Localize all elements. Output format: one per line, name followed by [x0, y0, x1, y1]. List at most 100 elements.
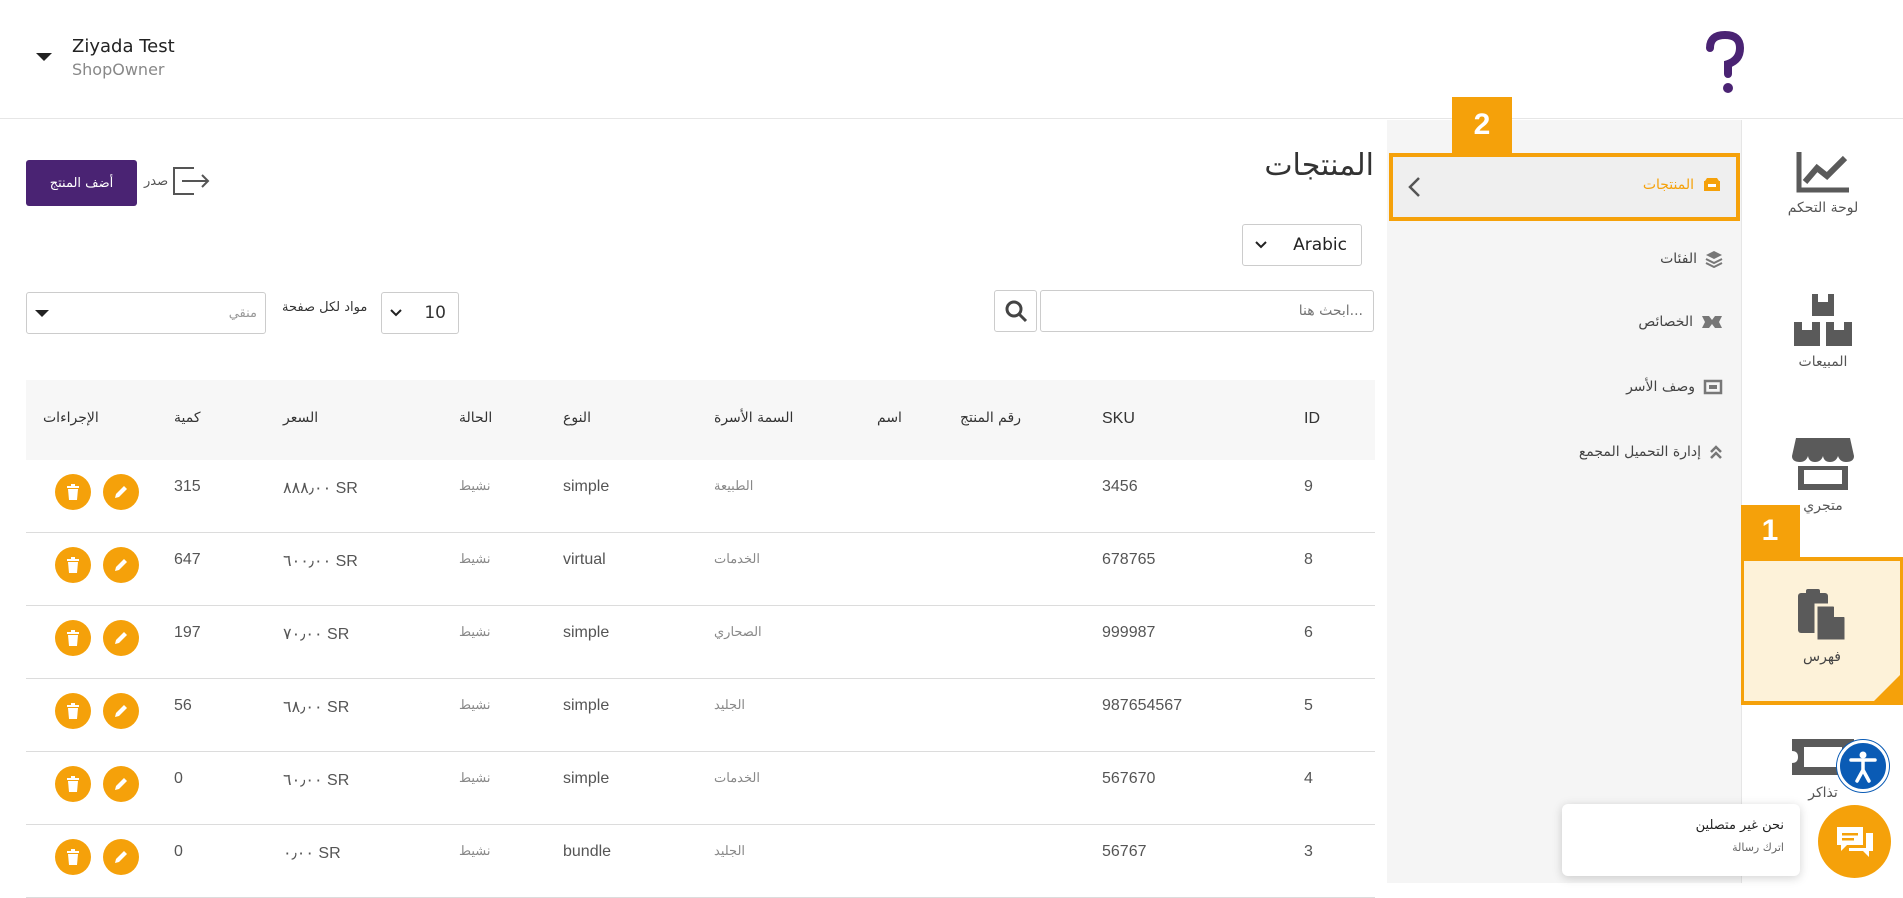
subnav-item-products[interactable]: المنتجات: [1389, 153, 1740, 221]
delete-button[interactable]: [55, 766, 91, 802]
store-icon: [1792, 438, 1854, 490]
cell-price: ٦٨٫٠٠ SR: [283, 699, 350, 716]
per-page-select[interactable]: 10: [381, 292, 459, 334]
search-button[interactable]: [994, 290, 1037, 332]
layers-icon: [1705, 251, 1723, 268]
clipboard-icon: [1798, 589, 1848, 643]
cell-id: 9: [1304, 478, 1313, 495]
search-icon: [1005, 300, 1027, 323]
col-type: النوع: [563, 410, 591, 426]
language-select[interactable]: Arabic: [1242, 224, 1362, 266]
table-row[interactable]: 8 678765 الخدمات virtual نشيط ٦٠٠٫٠٠ SR 647: [26, 533, 1375, 606]
col-name: اسم: [877, 410, 902, 426]
cell-qty: 0: [174, 770, 183, 787]
export-button[interactable]: صدر: [144, 166, 212, 196]
nav-catalog-label: فهرس: [1803, 649, 1841, 665]
delete-button[interactable]: [55, 620, 91, 656]
edit-button[interactable]: [103, 474, 139, 510]
caret-down-icon: [35, 309, 49, 317]
pencil-icon: [115, 778, 127, 790]
edit-button[interactable]: [103, 620, 139, 656]
col-status: الحالة: [459, 410, 493, 426]
chat-open-button[interactable]: [1818, 805, 1891, 878]
cell-sku: 999987: [1102, 624, 1156, 641]
family-icon: [1703, 379, 1723, 395]
nav-dashboard[interactable]: لوحة التحكم: [1742, 150, 1903, 216]
cell-sku: 56767: [1102, 843, 1147, 860]
nav-sales-label: المبيعات: [1798, 354, 1848, 370]
subnav-item-families[interactable]: وصف الأسر: [1626, 379, 1723, 395]
cell-qty: 315: [174, 478, 201, 495]
delete-button[interactable]: [55, 693, 91, 729]
col-sku: SKU: [1102, 410, 1135, 427]
cell-qty: 647: [174, 551, 201, 568]
caret-down-icon[interactable]: [36, 53, 52, 61]
top-header: Ziyada Test ShopOwner كليفا: [0, 0, 1903, 119]
edit-button[interactable]: [103, 693, 139, 729]
col-id: ID: [1304, 410, 1320, 427]
products-icon: [1704, 178, 1720, 191]
table-row[interactable]: 5 987654567 الجليد simple نشيط ٦٨٫٠٠ SR 56: [26, 679, 1375, 752]
table-row[interactable]: 4 567670 الخدمات simple نشيط ٦٠٫٠٠ SR 0: [26, 752, 1375, 825]
cell-family: الطبيعة: [714, 478, 754, 493]
cell-price: ٨٨٨٫٠٠ SR: [283, 480, 358, 497]
col-qty: كمية: [174, 410, 201, 426]
cell-id: 6: [1304, 624, 1313, 641]
trash-icon: [67, 484, 79, 500]
svg-text:كليفا: كليفا: [1878, 36, 1880, 94]
subnav-item-categories[interactable]: الفئات: [1660, 250, 1723, 268]
language-value: Arabic: [1293, 235, 1347, 255]
user-name: Ziyada Test: [72, 36, 175, 57]
cell-price: ٧٠٫٠٠ SR: [283, 626, 350, 643]
chat-widget[interactable]: نحن غير متصلين اترك رسالة: [1562, 804, 1800, 876]
cell-family: الخدمات: [714, 551, 760, 566]
edit-button[interactable]: [103, 547, 139, 583]
user-role: ShopOwner: [72, 60, 165, 79]
cell-sku: 3456: [1102, 478, 1138, 495]
table-row[interactable]: 6 999987 الصحاري simple نشيط ٧٠٫٠٠ SR 197: [26, 606, 1375, 679]
delete-button[interactable]: [55, 547, 91, 583]
delete-button[interactable]: [55, 839, 91, 875]
brand-logo[interactable]: كليفا: [1700, 30, 1880, 100]
chart-icon: [1796, 152, 1849, 193]
export-label: صدر: [144, 173, 169, 189]
accessibility-button[interactable]: [1837, 740, 1889, 792]
cell-qty: 56: [174, 697, 192, 714]
search-input[interactable]: [1040, 290, 1374, 332]
cell-type: virtual: [563, 551, 606, 568]
edit-button[interactable]: [103, 839, 139, 875]
cell-id: 5: [1304, 697, 1313, 714]
main-content: المنتجات أضف المنتج صدر Arabic 10 مواد ل…: [0, 120, 1387, 898]
subnav-item-bulk-upload[interactable]: إدارة التحميل المجمع: [1579, 444, 1723, 460]
export-icon: [173, 167, 210, 195]
delete-button[interactable]: [55, 474, 91, 510]
cell-price: ٦٠٫٠٠ SR: [283, 772, 350, 789]
boxes-icon: [1794, 294, 1852, 346]
subnav-item-attributes[interactable]: الخصائص: [1638, 314, 1723, 330]
nav-tickets-label: تذاكر: [1808, 785, 1838, 801]
nav-catalog[interactable]: فهرس: [1740, 557, 1903, 705]
table-row[interactable]: 3 56767 الجليد bundle نشيط ٠٫٠٠ SR 0: [26, 825, 1375, 898]
nav-my-store[interactable]: متجري: [1742, 436, 1903, 514]
edit-button[interactable]: [103, 766, 139, 802]
filter-select[interactable]: منقي: [26, 292, 266, 334]
chevron-left-icon[interactable]: [1407, 176, 1421, 198]
cell-family: الجليد: [714, 697, 746, 712]
nav-dashboard-label: لوحة التحكم: [1787, 200, 1859, 216]
col-price: السعر: [283, 410, 319, 426]
cell-type: simple: [563, 770, 610, 787]
trash-icon: [67, 557, 79, 573]
user-menu[interactable]: Ziyada Test ShopOwner: [36, 36, 175, 81]
cell-qty: 0: [174, 843, 183, 860]
chevron-down-icon: [390, 309, 402, 317]
add-product-button[interactable]: أضف المنتج: [26, 160, 137, 206]
attributes-icon: [1702, 316, 1722, 328]
pencil-icon: [115, 486, 127, 498]
cell-status: نشيط: [459, 843, 491, 858]
subnav-families-label: وصف الأسر: [1626, 379, 1695, 395]
cell-type: bundle: [563, 843, 612, 860]
nav-sales[interactable]: المبيعات: [1742, 292, 1903, 370]
pencil-icon: [115, 851, 127, 863]
active-corner-marker: [1874, 675, 1900, 701]
table-row[interactable]: 9 3456 الطبيعة simple نشيط ٨٨٨٫٠٠ SR 315: [26, 460, 1375, 533]
